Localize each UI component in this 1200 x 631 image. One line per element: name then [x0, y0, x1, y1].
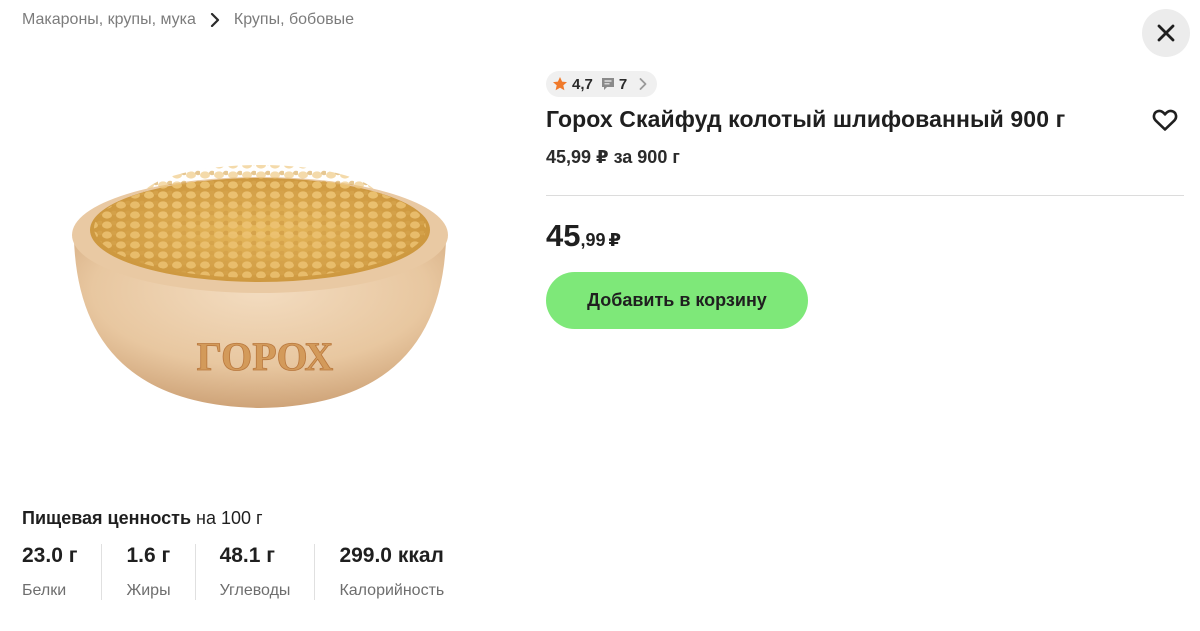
nutrition-facts: 23.0 г Белки 1.6 г Жиры 48.1 г Углеводы … [22, 544, 468, 600]
nutrition-label: Углеводы [219, 582, 291, 599]
nutrition-title: Пищевая ценность на 100 г [22, 508, 263, 529]
breadcrumb-item-grains-legumes[interactable]: Крупы, бобовые [234, 11, 354, 29]
price: 45 ,99 ₽ [546, 218, 621, 254]
svg-text:ГОРОХ: ГОРОХ [197, 334, 334, 379]
price-cents: ,99 [580, 230, 606, 250]
nutrition-value: 299.0 ккал [339, 544, 444, 567]
nutrition-label: Жиры [126, 582, 171, 599]
divider [546, 195, 1184, 196]
nutrition-fat: 1.6 г Жиры [101, 544, 194, 600]
chevron-right-icon [210, 13, 220, 27]
reviews-count: 7 [618, 75, 628, 93]
nutrition-value: 23.0 г [22, 544, 78, 567]
rating-value: 4,7 [572, 75, 593, 93]
add-to-cart-button[interactable]: Добавить в корзину [546, 272, 808, 329]
comment-icon [601, 77, 615, 91]
price-integer: 45 [546, 218, 581, 253]
nutrition-label: Калорийность [339, 582, 445, 599]
nutrition-value: 1.6 г [126, 544, 171, 567]
price-currency: ₽ [608, 230, 622, 250]
unit-price: 45,99 ₽ за 900 г [546, 147, 680, 167]
nutrition-value: 48.1 г [219, 544, 276, 567]
nutrition-title-bold: Пищевая ценность [22, 508, 192, 528]
heart-icon [1152, 108, 1178, 132]
favorite-button[interactable] [1150, 106, 1180, 134]
nutrition-title-suffix: на 100 г [191, 508, 263, 528]
nutrition-calories: 299.0 ккал Калорийность [314, 544, 468, 600]
rating-reviews-pill[interactable]: 4,7 7 [546, 71, 658, 97]
breadcrumb: Макароны, крупы, мука Крупы, бобовые [22, 11, 354, 29]
close-icon [1157, 24, 1175, 42]
breadcrumb-item-pasta-grains-flour[interactable]: Макароны, крупы, мука [22, 11, 196, 29]
product-title: Горох Скайфуд колотый шлифованный 900 г [546, 106, 1066, 132]
nutrition-label: Белки [22, 582, 67, 599]
star-icon [552, 76, 568, 92]
nutrition-carbs: 48.1 г Углеводы [194, 544, 315, 600]
product-image: ГОРОХ [60, 130, 460, 420]
close-button[interactable] [1142, 9, 1190, 57]
nutrition-protein: 23.0 г Белки [22, 544, 101, 600]
chevron-right-icon [639, 78, 647, 90]
